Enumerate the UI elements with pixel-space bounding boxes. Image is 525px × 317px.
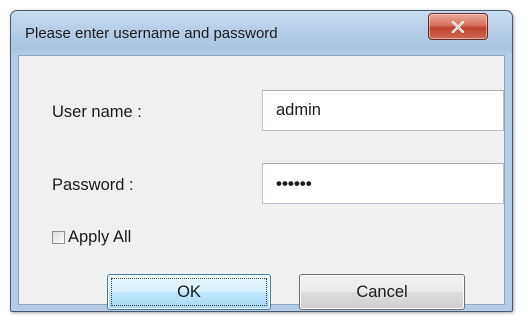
dialog-body: User name : admin Password : •••••• Appl… (18, 55, 505, 310)
username-label: User name : (52, 103, 142, 121)
apply-all-label: Apply All (68, 228, 132, 246)
username-field[interactable]: admin (262, 90, 504, 131)
password-label: Password : (52, 176, 134, 194)
ok-label: OK (177, 282, 201, 301)
apply-all-checkbox[interactable] (52, 231, 65, 244)
cancel-label: Cancel (356, 282, 408, 301)
dialog-title: Please enter username and password (25, 25, 278, 42)
login-dialog: Please enter username and password User … (10, 10, 513, 312)
title-bar[interactable]: Please enter username and password (11, 11, 512, 55)
password-value: •••••• (276, 173, 312, 193)
ok-button[interactable]: OK (107, 274, 271, 310)
close-icon (451, 20, 465, 33)
close-button[interactable] (428, 13, 488, 40)
username-value: admin (276, 101, 321, 119)
apply-all-option[interactable]: Apply All (52, 228, 131, 247)
cancel-button[interactable]: Cancel (299, 274, 465, 310)
password-field[interactable]: •••••• (262, 163, 504, 204)
